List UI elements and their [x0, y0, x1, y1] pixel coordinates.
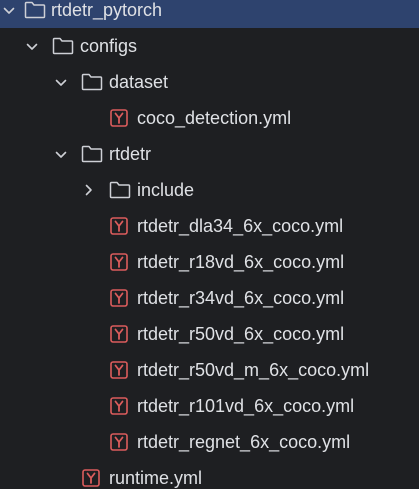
chevron-down-icon[interactable]: [55, 149, 67, 161]
folder-icon: [52, 37, 74, 55]
tree-row-file[interactable]: rtdetr_r18vd_6x_coco.yml: [0, 244, 419, 280]
chevron-down-icon[interactable]: [55, 77, 67, 89]
tree-row-configs[interactable]: configs: [0, 28, 419, 64]
yaml-file-icon: [82, 469, 100, 487]
tree-label: rtdetr_regnet_6x_coco.yml: [137, 432, 351, 452]
tree-row-file[interactable]: rtdetr_r50vd_m_6x_coco.yml: [0, 352, 419, 388]
tree-label: rtdetr_dla34_6x_coco.yml: [137, 216, 344, 236]
chevron-down-icon[interactable]: [3, 5, 15, 17]
yaml-file-icon: [110, 361, 128, 379]
tree-label: rtdetr_r18vd_6x_coco.yml: [137, 252, 345, 272]
yaml-file-icon: [110, 109, 128, 127]
yaml-file-icon: [110, 253, 128, 271]
tree-label: coco_detection.yml: [137, 108, 292, 128]
tree-row-file[interactable]: rtdetr_r34vd_6x_coco.yml: [0, 280, 419, 316]
folder-icon: [109, 181, 131, 199]
tree-row-include[interactable]: include: [0, 172, 419, 208]
folder-icon: [81, 73, 103, 91]
tree-row-rtdetr[interactable]: rtdetr: [0, 136, 419, 172]
project-tree: rtdetr_pytorch configs dataset coco_dete…: [0, 0, 419, 489]
tree-label: include: [137, 180, 195, 200]
tree-row-file[interactable]: rtdetr_r50vd_6x_coco.yml: [0, 316, 419, 352]
tree-row-file[interactable]: rtdetr_dla34_6x_coco.yml: [0, 208, 419, 244]
tree-row-runtime[interactable]: runtime.yml: [0, 460, 419, 489]
tree-label: rtdetr_r50vd_6x_coco.yml: [137, 324, 345, 344]
tree-label: rtdetr_r34vd_6x_coco.yml: [137, 288, 345, 308]
tree-label: configs: [80, 36, 138, 56]
tree-row-rtdetr-pytorch[interactable]: rtdetr_pytorch: [0, 0, 419, 28]
tree-row-dataset[interactable]: dataset: [0, 64, 419, 100]
tree-row-coco-detection[interactable]: coco_detection.yml: [0, 100, 419, 136]
tree-row-file[interactable]: rtdetr_r101vd_6x_coco.yml: [0, 388, 419, 424]
tree-label: rtdetr_r101vd_6x_coco.yml: [137, 396, 355, 416]
tree-label: rtdetr: [109, 144, 152, 164]
yaml-file-icon: [110, 433, 128, 451]
yaml-file-icon: [110, 325, 128, 343]
tree-label: rtdetr_pytorch: [51, 0, 163, 20]
tree-label: rtdetr_r50vd_m_6x_coco.yml: [137, 360, 370, 380]
chevron-right-icon[interactable]: [83, 184, 95, 196]
yaml-file-icon: [110, 217, 128, 235]
chevron-down-icon[interactable]: [26, 41, 38, 53]
folder-icon: [81, 145, 103, 163]
tree-label: runtime.yml: [109, 468, 203, 488]
yaml-file-icon: [110, 289, 128, 307]
folder-icon: [24, 1, 46, 19]
tree-label: dataset: [109, 72, 169, 92]
yaml-file-icon: [110, 397, 128, 415]
tree-row-file[interactable]: rtdetr_regnet_6x_coco.yml: [0, 424, 419, 460]
